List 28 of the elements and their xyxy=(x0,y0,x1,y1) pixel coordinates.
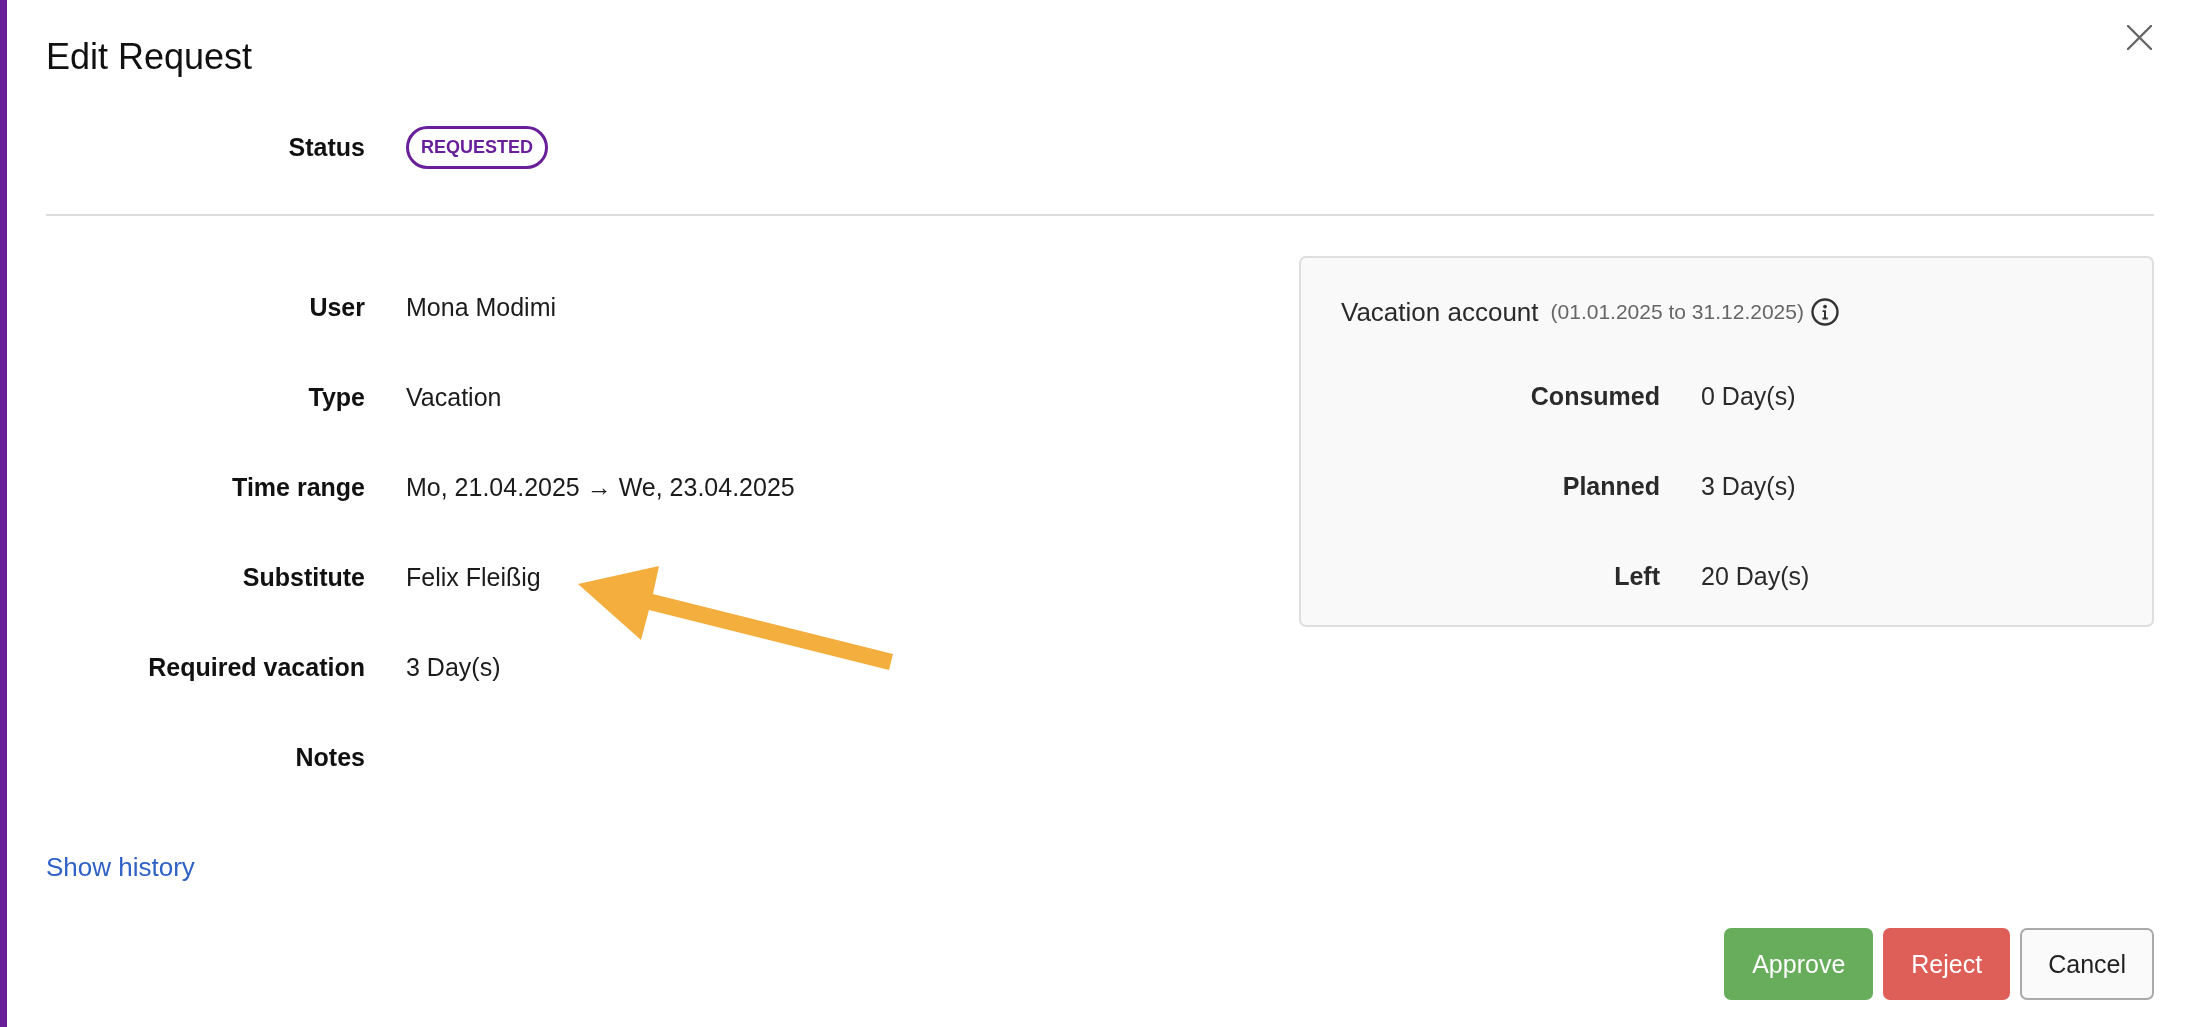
close-icon xyxy=(2127,25,2152,50)
field-label: Time range xyxy=(232,472,365,502)
field-value: Felix Fleißig xyxy=(406,562,541,592)
field-label: Notes xyxy=(295,742,365,772)
panel-title: Vacation account xyxy=(1341,296,1539,328)
field-value: Mona Modimi xyxy=(406,292,557,322)
account-label: Planned xyxy=(1562,471,1660,501)
field-label: Required vacation xyxy=(148,652,365,682)
info-icon[interactable] xyxy=(1810,298,1839,326)
account-label: Consumed xyxy=(1530,381,1660,411)
field-label: Substitute xyxy=(242,562,365,592)
cancel-button[interactable]: Cancel xyxy=(2020,928,2154,1000)
dialog-title: Edit Request xyxy=(46,35,253,78)
period-text: (01.01.2025 to 31.12.2025) xyxy=(1550,300,1804,324)
status-badge: REQUESTED xyxy=(406,126,549,169)
account-value: 0 Day(s) xyxy=(1701,381,1796,411)
account-value: 3 Day(s) xyxy=(1701,471,1796,501)
account-value: 20 Day(s) xyxy=(1701,561,1810,591)
field-label: User xyxy=(309,292,365,322)
field-label: Type xyxy=(308,382,365,412)
show-history-link[interactable]: Show history xyxy=(46,852,195,883)
field-value: Vacation xyxy=(406,382,502,412)
status-label: Status xyxy=(288,133,365,162)
reject-button[interactable]: Reject xyxy=(1883,928,2011,1000)
field-value: 3 Day(s) xyxy=(406,652,501,682)
field-value: Mo, 21.04.2025 → We, 23.04.2025 xyxy=(406,472,795,502)
account-label: Left xyxy=(1614,561,1660,591)
close-button[interactable] xyxy=(2127,25,2152,50)
